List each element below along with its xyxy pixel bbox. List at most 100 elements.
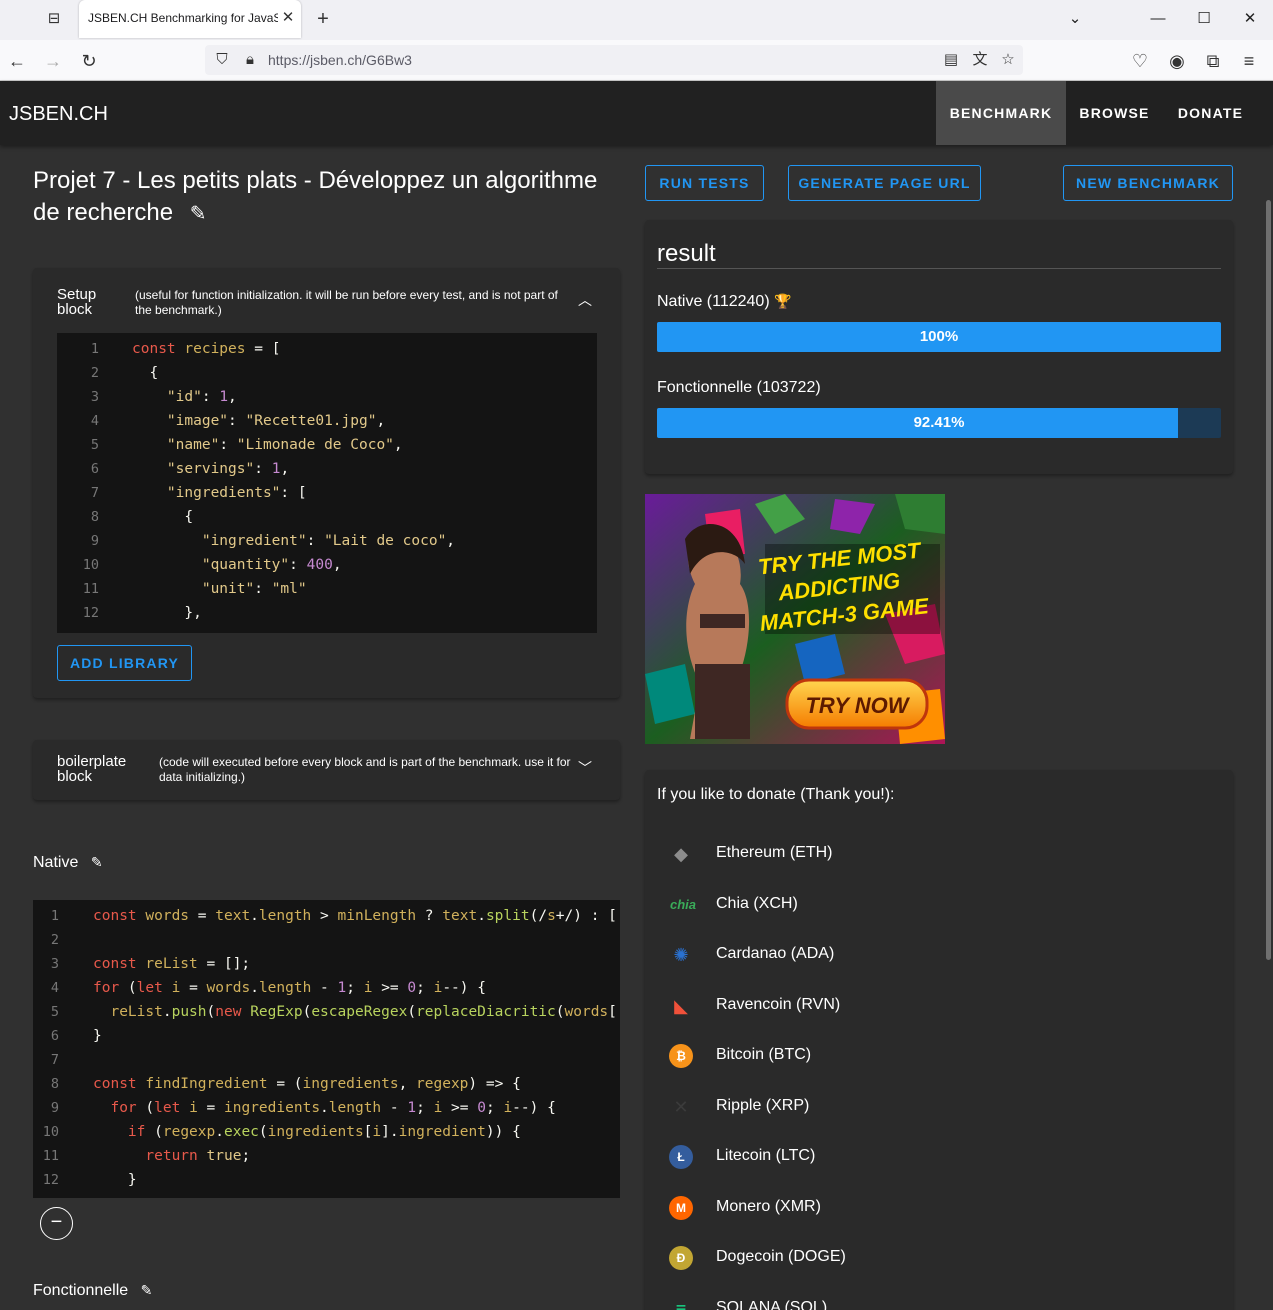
back-icon[interactable]: ←: [4, 48, 30, 74]
coin-item[interactable]: ◆ Ethereum (ETH): [645, 834, 1233, 874]
code-line[interactable]: for (let i = ingredients.length - 1; i >…: [93, 1100, 555, 1116]
forward-icon[interactable]: →: [40, 48, 66, 74]
coin-label[interactable]: Ethereum (ETH): [716, 844, 832, 862]
maximize-icon[interactable]: ☐: [1189, 6, 1219, 32]
edit-fonctionnelle-title-icon[interactable]: ✎: [141, 1282, 153, 1298]
ad-cta: TRY NOW: [805, 693, 910, 718]
code-line[interactable]: "image": "Recette01.jpg",: [132, 413, 385, 429]
new-tab-icon[interactable]: +: [311, 7, 335, 31]
monero-icon: M: [669, 1195, 693, 1220]
coin-item[interactable]: Ł Litecoin (LTC): [645, 1137, 1233, 1177]
collapse-chevron-up-icon[interactable]: ︿: [578, 290, 592, 310]
coin-item[interactable]: ≡ SOLANA (SOL): [645, 1289, 1233, 1310]
nav-donate[interactable]: DONATE: [1163, 81, 1258, 145]
line-number: 3: [90, 389, 99, 405]
code-line[interactable]: }: [93, 1172, 137, 1188]
setup-block-description: (useful for function initialization. it …: [135, 288, 558, 317]
setup-block-panel: Setup block (useful for function initial…: [33, 268, 620, 698]
expand-chevron-down-icon[interactable]: ﹀: [578, 758, 592, 778]
minimize-icon[interactable]: —: [1143, 6, 1173, 32]
coin-label[interactable]: Litecoin (LTC): [716, 1147, 815, 1165]
line-number: 7: [50, 1052, 59, 1068]
url-bar[interactable]: ⛉ 🔒︎ https://jsben.ch/G6Bw3 ▤ 文 ☆: [205, 45, 1023, 75]
coin-item[interactable]: ◣ Ravencoin (RVN): [645, 986, 1233, 1026]
code-line[interactable]: {: [132, 365, 158, 381]
result-panel: result Native (112240) 🏆 100% Fonctionne…: [645, 220, 1233, 474]
pocket-icon[interactable]: ♡: [1127, 48, 1153, 74]
menu-icon[interactable]: ≡: [1236, 48, 1262, 74]
coin-label[interactable]: Cardanao (ADA): [716, 945, 834, 963]
line-number: 6: [50, 1028, 59, 1044]
coin-label[interactable]: Ripple (XRP): [716, 1097, 809, 1115]
nav-benchmark[interactable]: BENCHMARK: [936, 81, 1066, 145]
coin-label[interactable]: Chia (XCH): [716, 895, 798, 913]
code-line[interactable]: if (regexp.exec(ingredients[i].ingredien…: [93, 1124, 521, 1140]
code-line[interactable]: "ingredient": "Lait de coco",: [132, 533, 455, 549]
code-line[interactable]: }: [93, 1028, 102, 1044]
bookmark-star-icon[interactable]: ☆: [997, 49, 1019, 71]
run-tests-button[interactable]: RUN TESTS: [645, 165, 764, 201]
line-number: 8: [90, 509, 99, 525]
code-line[interactable]: const words = text.length > minLength ? …: [93, 908, 617, 924]
tab-overflow-chevron-icon[interactable]: ⌄: [1060, 6, 1090, 32]
reload-icon[interactable]: ↻: [76, 48, 102, 74]
code-line[interactable]: const recipes = [: [132, 341, 280, 357]
shield-icon[interactable]: ⛉: [211, 49, 233, 71]
fonctionnelle-test-header: Fonctionnelle ✎: [33, 1282, 152, 1300]
code-line[interactable]: const findIngredient = (ingredients, reg…: [93, 1076, 521, 1092]
generate-page-url-button[interactable]: GENERATE PAGE URL: [788, 165, 981, 201]
edit-title-icon[interactable]: ✎: [190, 203, 207, 225]
reader-mode-icon[interactable]: ▤: [940, 49, 962, 71]
coin-label[interactable]: Bitcoin (BTC): [716, 1046, 811, 1064]
new-benchmark-button[interactable]: NEW BENCHMARK: [1063, 165, 1233, 201]
remove-test-button[interactable]: −: [40, 1207, 73, 1240]
add-library-button[interactable]: ADD LIBRARY: [57, 645, 192, 681]
coin-item[interactable]: chia Chia (XCH): [645, 885, 1233, 925]
code-line[interactable]: "unit": "ml": [132, 581, 307, 597]
coin-item[interactable]: M Monero (XMR): [645, 1188, 1233, 1228]
benchmark-title-text: Projet 7 - Les petits plats - Développez…: [33, 167, 598, 226]
code-line[interactable]: return true;: [93, 1148, 250, 1164]
coin-item[interactable]: ✕ Ripple (XRP): [645, 1087, 1233, 1127]
brand-logo[interactable]: JSBEN.CH: [9, 103, 108, 126]
translate-icon[interactable]: 文: [969, 49, 991, 71]
boilerplate-block-panel[interactable]: boilerplate block (code will executed be…: [33, 740, 620, 800]
browser-tab[interactable]: JSBEN.CH Benchmarking for JavaScript ✕: [79, 0, 301, 38]
coin-item[interactable]: ✺ Cardanao (ADA): [645, 935, 1233, 975]
code-line[interactable]: "id": 1,: [132, 389, 237, 405]
code-line[interactable]: "name": "Limonade de Coco",: [132, 437, 403, 453]
cardano-icon: ✺: [673, 945, 689, 965]
chia-icon: chia: [669, 896, 696, 912]
code-line[interactable]: "servings": 1,: [132, 461, 289, 477]
code-line[interactable]: for (let i = words.length - 1; i >= 0; i…: [93, 980, 486, 996]
code-line[interactable]: {: [132, 509, 193, 525]
page-scrollbar[interactable]: [1266, 200, 1271, 960]
lock-icon[interactable]: 🔒︎: [239, 49, 261, 71]
coin-label[interactable]: Monero (XMR): [716, 1198, 821, 1216]
code-line[interactable]: },: [132, 605, 201, 621]
coin-label[interactable]: SOLANA (SOL): [716, 1299, 827, 1310]
edit-native-title-icon[interactable]: ✎: [91, 854, 103, 870]
setup-code-editor[interactable]: 1 const recipes = [2 {3 "id": 1, 4 "image"…: [57, 333, 597, 633]
nav-browse[interactable]: BROWSE: [1066, 81, 1163, 145]
fonctionnelle-test-title: Fonctionnelle: [33, 1282, 129, 1299]
tab-close-icon[interactable]: ✕: [279, 8, 297, 28]
close-window-icon[interactable]: ✕: [1235, 6, 1265, 32]
advertisement-banner[interactable]: TRY THE MOST ADDICTING MATCH-3 GAME TRY …: [645, 494, 945, 744]
native-code-editor[interactable]: 1 const words = text.length > minLength ?…: [33, 900, 620, 1198]
result-title: result: [657, 240, 716, 267]
account-icon[interactable]: ◉: [1164, 48, 1190, 74]
line-number: 10: [42, 1124, 59, 1140]
code-line[interactable]: "quantity": 400,: [132, 557, 342, 573]
code-line[interactable]: const reList = [];: [93, 956, 250, 972]
line-number: 8: [50, 1076, 59, 1092]
coin-item[interactable]: ₿ Bitcoin (BTC): [645, 1036, 1233, 1076]
url-text[interactable]: https://jsben.ch/G6Bw3: [268, 52, 412, 68]
code-line[interactable]: reList.push(new RegExp(escapeRegex(repla…: [93, 1004, 616, 1020]
extensions-icon[interactable]: ⧉: [1200, 48, 1226, 74]
coin-label[interactable]: Dogecoin (DOGE): [716, 1248, 846, 1266]
code-line[interactable]: "ingredients": [: [132, 485, 307, 501]
coin-label[interactable]: Ravencoin (RVN): [716, 996, 840, 1014]
tab-list-icon[interactable]: ⊟: [42, 8, 66, 30]
coin-item[interactable]: Ð Dogecoin (DOGE): [645, 1238, 1233, 1278]
